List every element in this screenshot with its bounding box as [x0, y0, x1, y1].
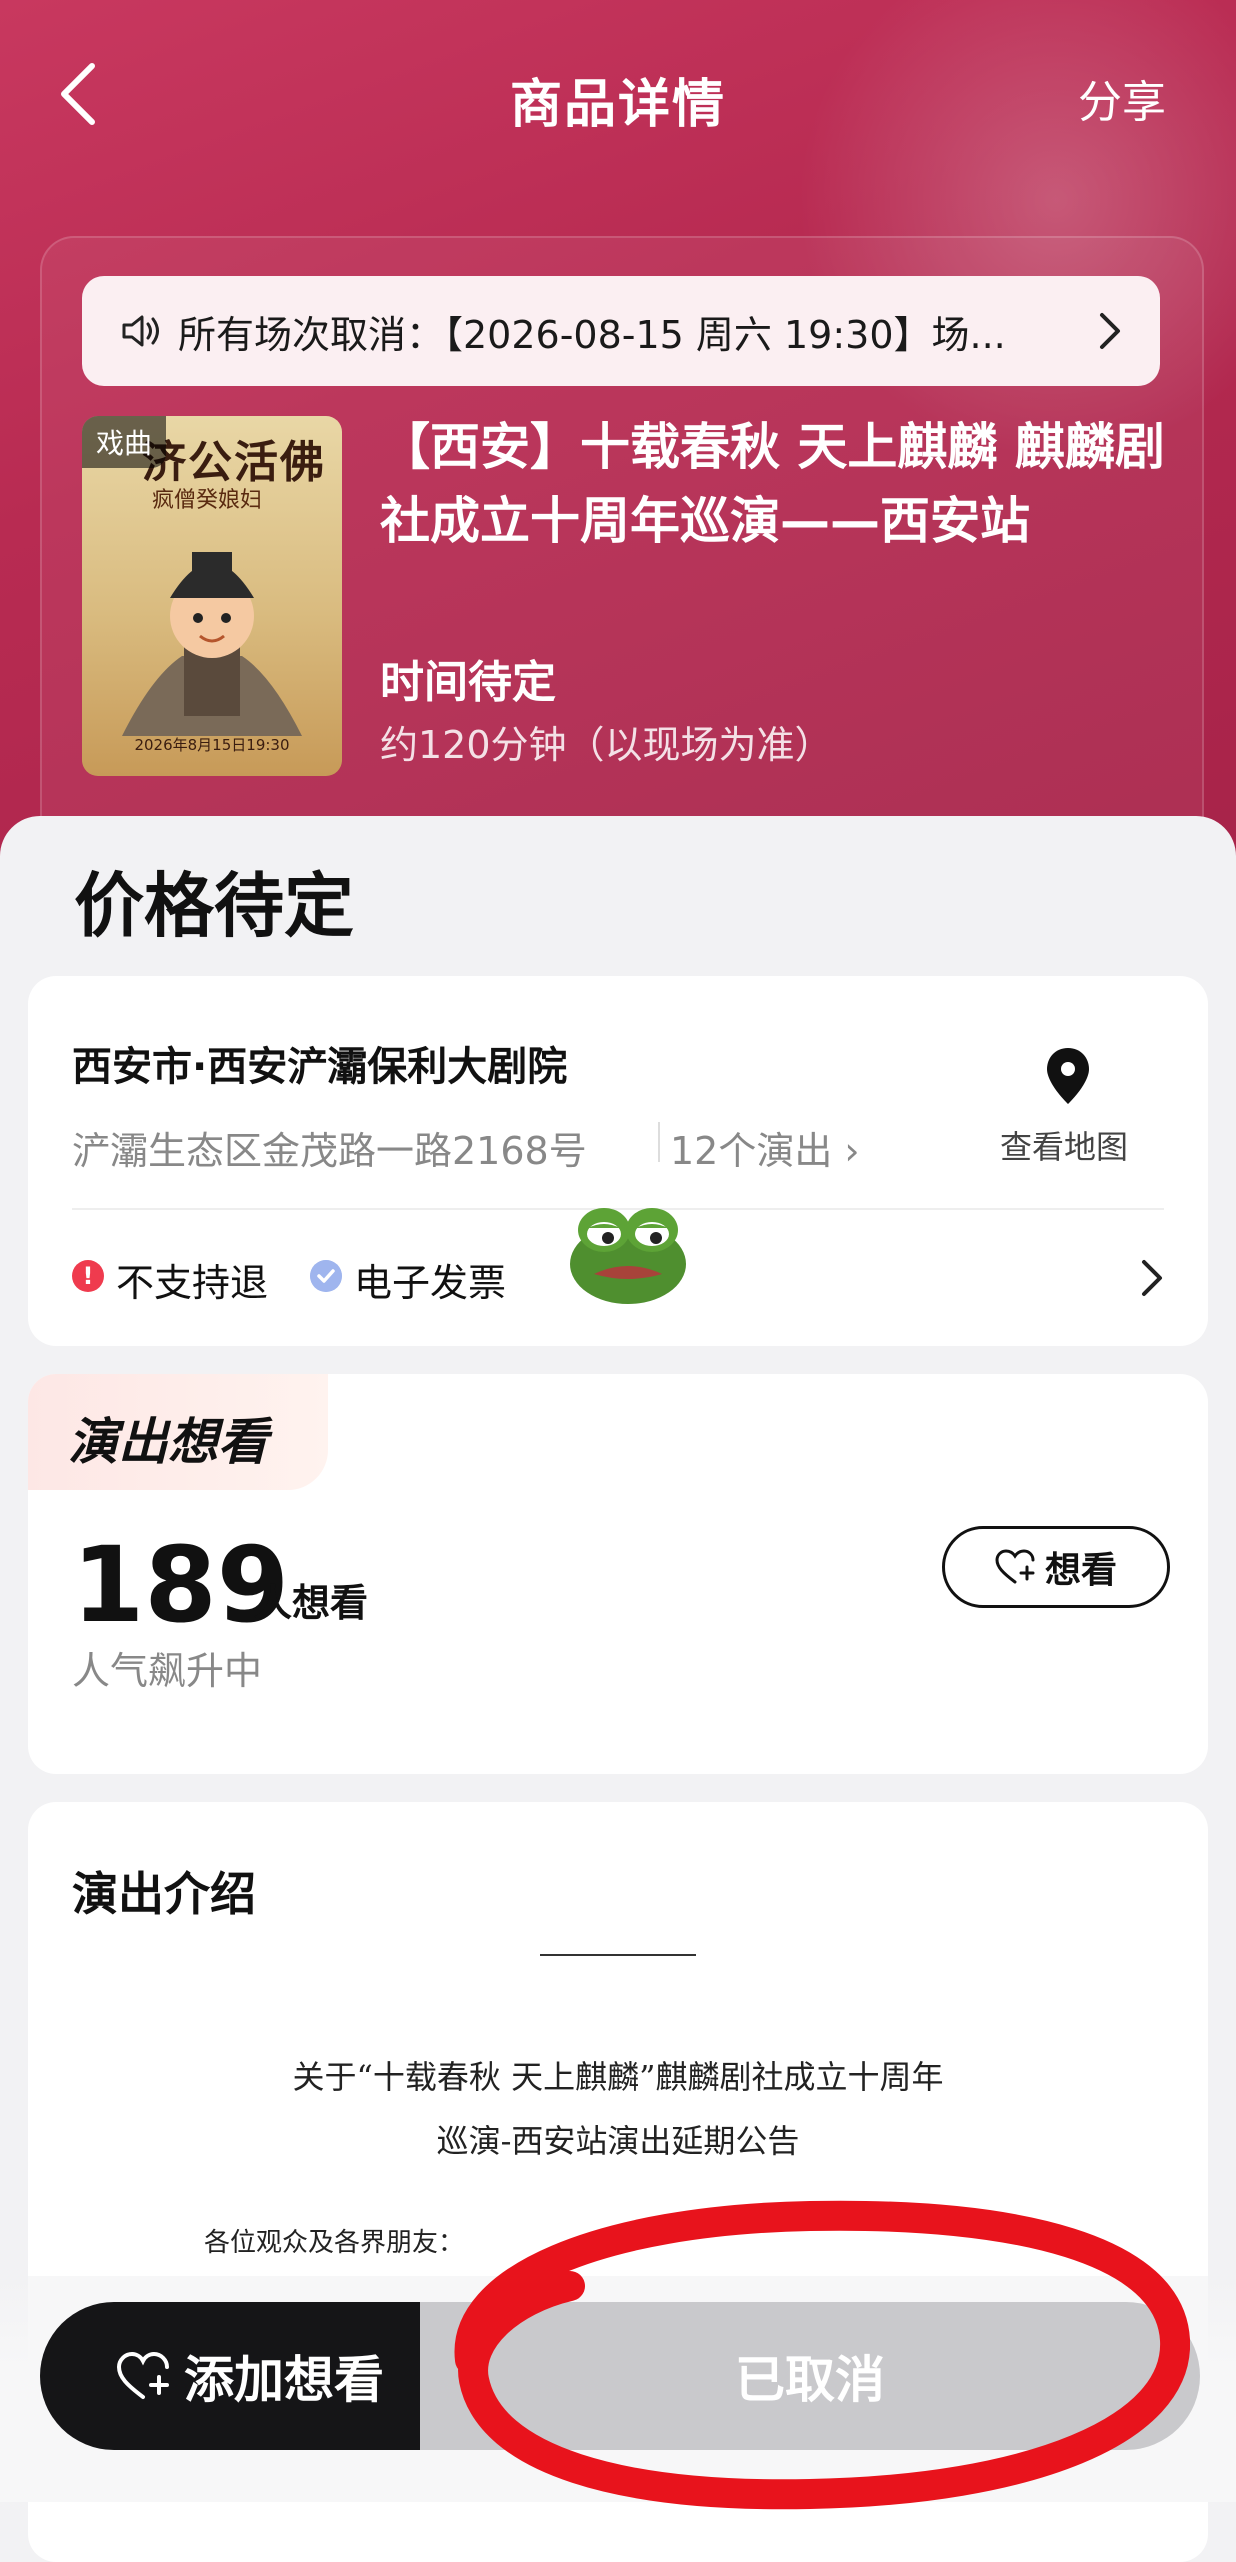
- announcement-title-line1: 关于“十载春秋 天上麒麟”麒麟剧社成立十周年: [292, 2058, 944, 2096]
- frog-sticker-icon: [570, 1208, 686, 1304]
- wishlist-badge-text: 演出想看: [68, 1413, 268, 1471]
- page-title: 商品详情: [509, 75, 726, 135]
- divider: [540, 1954, 696, 1956]
- speaker-icon: [122, 315, 159, 347]
- category-tag: 戏曲: [82, 416, 167, 468]
- want-to-see-button[interactable]: 想看: [942, 1526, 1170, 1608]
- divider: [658, 1122, 660, 1162]
- view-map-button[interactable]: 查看地图: [1000, 1122, 1128, 1168]
- cancelled-status-label: 已取消: [735, 2351, 885, 2409]
- cancelled-status-button: 已取消: [420, 2302, 1200, 2450]
- announcement-title-line2: 巡演-西安站演出延期公告: [436, 2122, 800, 2160]
- show-title: 【西安】十载春秋 天上麒麟 麒麟剧社成立十周年巡演——西安站: [380, 418, 1165, 550]
- notice-text: 所有场次取消：【2026-08-15 周六 19:30】场...: [178, 312, 1006, 357]
- check-circle-icon: [310, 1260, 342, 1292]
- poster-date: 2026年8月15日19:30: [134, 736, 290, 754]
- wishlist-badge: 演出想看: [28, 1374, 328, 1490]
- poster-character-illustration: [122, 552, 302, 736]
- add-to-wishlist-button[interactable]: 添加想看: [40, 2302, 460, 2450]
- wishlist-card: 演出想看 189 人想看 人气飙升中 想看: [28, 1374, 1208, 1774]
- venue-address: 浐灞生态区金茂路一路2168号: [72, 1129, 587, 1173]
- want-to-see-label: 想看: [1044, 1550, 1117, 1591]
- poster-subtitle: 疯僧癸娘妇: [152, 488, 263, 513]
- chevron-right-icon[interactable]: [1140, 1258, 1164, 1298]
- venue-name[interactable]: 西安市·西安浐灞保利大剧院: [72, 1034, 567, 1092]
- alert-icon: !: [72, 1260, 104, 1292]
- show-duration: 约120分钟（以现场为准）: [380, 723, 833, 767]
- map-pin-icon[interactable]: [1044, 1046, 1092, 1106]
- add-to-wishlist-label: 添加想看: [184, 2351, 384, 2409]
- price-label: 价格待定: [74, 865, 354, 947]
- venue-shows-link[interactable]: 12个演出 ›: [670, 1120, 860, 1175]
- cancellation-notice[interactable]: 所有场次取消：【2026-08-15 周六 19:30】场...: [82, 276, 1160, 386]
- venue-card: 西安市·西安浐灞保利大剧院 浐灞生态区金茂路一路2168号 12个演出 › 查看…: [28, 976, 1208, 1346]
- wishlist-trend: 人气飙升中: [72, 1649, 263, 1693]
- show-time: 时间待定: [380, 657, 556, 708]
- e-invoice-tag: 电子发票: [354, 1261, 507, 1305]
- intro-title: 演出介绍: [72, 1867, 256, 1921]
- heart-plus-icon: [995, 1549, 1035, 1584]
- share-button[interactable]: 分享: [1078, 66, 1166, 130]
- chevron-right-icon: [1100, 313, 1120, 349]
- heart-plus-icon: [116, 2351, 169, 2399]
- no-refund-tag: 不支持退: [116, 1261, 269, 1305]
- announcement-greeting: 各位观众及各界朋友：: [204, 2228, 465, 2258]
- show-poster[interactable]: 济公活佛 疯僧癸娘妇 2026年8月15日19:30 戏曲: [82, 416, 342, 776]
- poster-title: 济公活佛: [142, 437, 326, 488]
- top-bar: 商品详情 分享: [0, 0, 1236, 190]
- wishlist-unit: 人想看: [254, 1581, 369, 1625]
